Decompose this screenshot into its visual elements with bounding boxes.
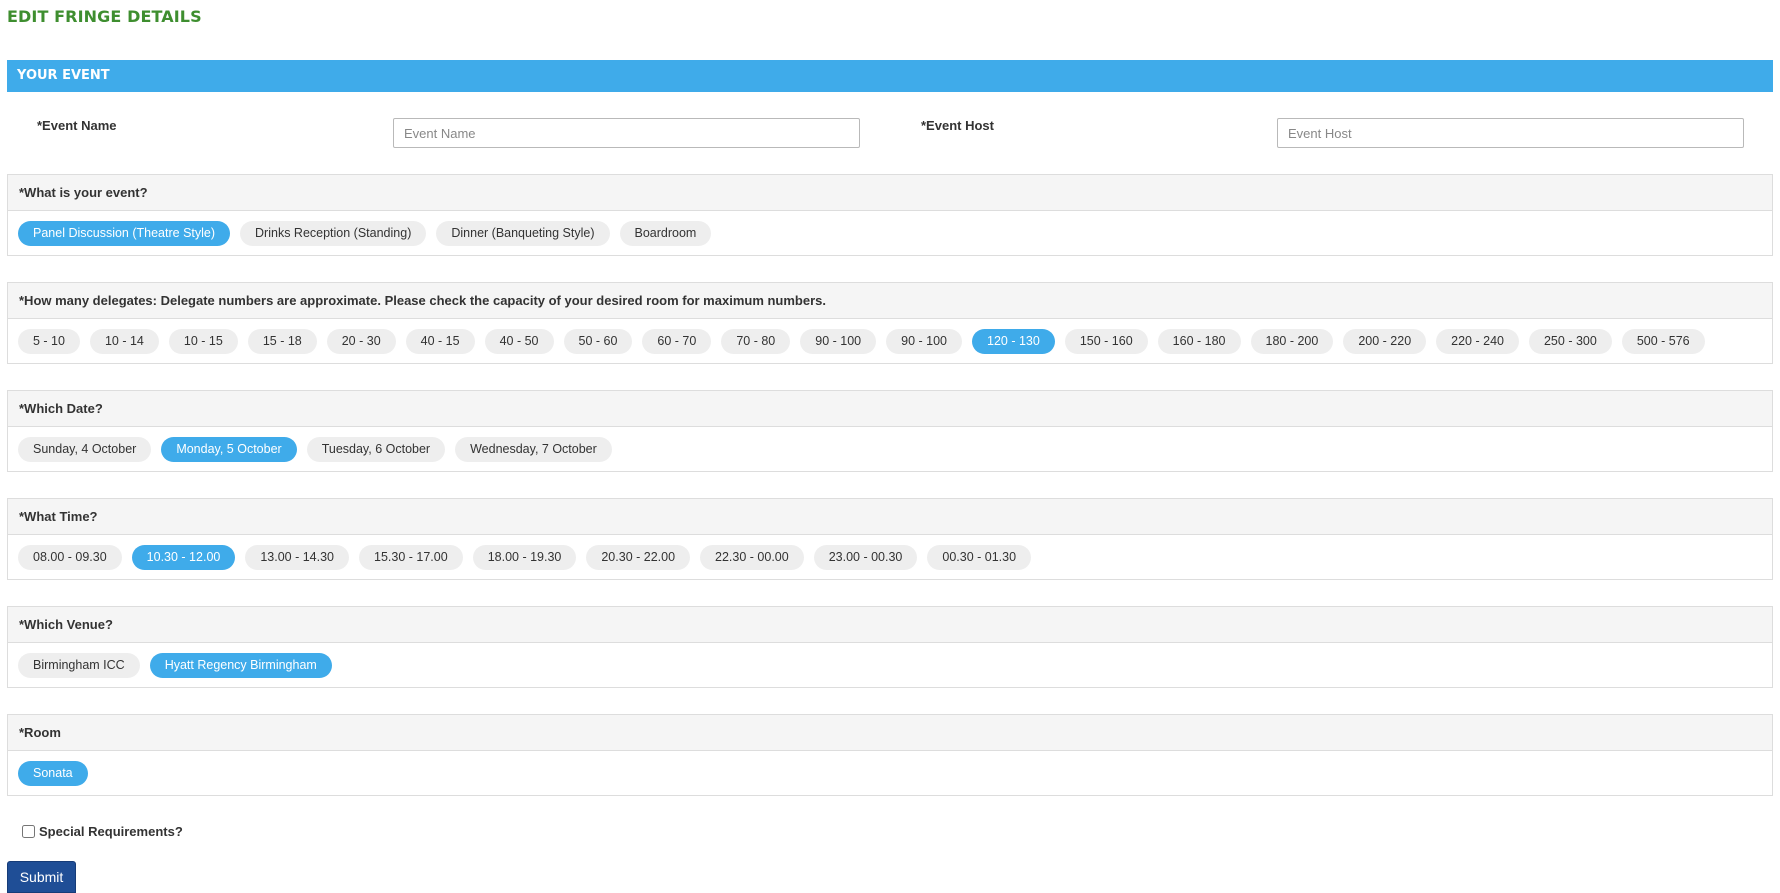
delegates-option[interactable]: 160 - 180 (1157, 328, 1241, 354)
venue-options: Birmingham ICC Hyatt Regency Birmingham (8, 643, 1772, 687)
special-requirements-checkbox[interactable] (22, 825, 35, 838)
delegates-option[interactable]: 120 - 130 (972, 328, 1055, 354)
date-options: Sunday, 4 October Monday, 5 October Tuesda… (8, 427, 1772, 471)
delegates-option[interactable]: 40 - 50 (484, 328, 554, 354)
room-question: *Room (8, 715, 1772, 751)
delegates-option[interactable]: 10 - 15 (168, 328, 238, 354)
delegates-question: *How many delegates: Delegate numbers ar… (8, 283, 1772, 319)
delegates-option[interactable]: 200 - 220 (1343, 328, 1427, 354)
delegates-option[interactable]: 150 - 160 (1064, 328, 1148, 354)
delegates-option[interactable]: 180 - 200 (1250, 328, 1334, 354)
time-option[interactable]: 20.30 - 22.00 (586, 544, 691, 570)
venue-panel: *Which Venue? Birmingham ICC Hyatt Regenc… (7, 606, 1773, 688)
event_type-option[interactable]: Drinks Reception (Standing) (240, 220, 427, 246)
event-host-input[interactable] (1277, 118, 1744, 148)
venue-question: *Which Venue? (8, 607, 1772, 643)
delegates-option[interactable]: 10 - 14 (89, 328, 159, 354)
delegates-option[interactable]: 500 - 576 (1621, 328, 1705, 354)
delegates-option[interactable]: 90 - 100 (886, 328, 963, 354)
delegates-option[interactable]: 40 - 15 (405, 328, 475, 354)
event_type-option[interactable]: Boardroom (619, 220, 712, 246)
event_type-option[interactable]: Dinner (Banqueting Style) (436, 220, 610, 246)
date-option[interactable]: Monday, 5 October (161, 436, 297, 462)
time-option[interactable]: 18.00 - 19.30 (472, 544, 577, 570)
time-options: 08.00 - 09.30 10.30 - 12.00 13.00 - 14.30 1… (8, 535, 1772, 579)
time-option[interactable]: 08.00 - 09.30 (18, 544, 122, 570)
time-question: *What Time? (8, 499, 1772, 535)
delegates-option[interactable]: 5 - 10 (18, 328, 80, 354)
time-option[interactable]: 15.30 - 17.00 (359, 544, 463, 570)
time-option[interactable]: 23.00 - 00.30 (813, 544, 918, 570)
delegates-option[interactable]: 70 - 80 (721, 328, 791, 354)
venue-option[interactable]: Hyatt Regency Birmingham (149, 652, 332, 678)
delegates-option[interactable]: 250 - 300 (1528, 328, 1612, 354)
date-question: *Which Date? (8, 391, 1772, 427)
room-options: Sonata (8, 751, 1772, 795)
delegates-option[interactable]: 60 - 70 (642, 328, 712, 354)
delegates-option[interactable]: 50 - 60 (563, 328, 633, 354)
delegates-option[interactable]: 220 - 240 (1436, 328, 1519, 354)
event-type-options: Panel Discussion (Theatre Style) Drinks R… (8, 211, 1772, 255)
special-requirements[interactable]: Special Requirements? (22, 824, 183, 839)
special-requirements-label: Special Requirements? (39, 824, 183, 839)
event-name-label: *Event Name (37, 118, 117, 133)
delegates-option[interactable]: 90 - 100 (800, 328, 877, 354)
delegates-option[interactable]: 15 - 18 (247, 328, 317, 354)
submit-button[interactable]: Submit (7, 861, 76, 893)
room-panel: *Room Sonata (7, 714, 1773, 796)
page-title: EDIT FRINGE DETAILS (7, 7, 202, 26)
room-option[interactable]: Sonata (18, 760, 88, 786)
delegates-options: 5 - 10 10 - 14 10 - 15 15 - 18 20 - 30 40 - 1… (8, 319, 1772, 363)
time-option[interactable]: 10.30 - 12.00 (131, 544, 236, 570)
venue-option[interactable]: Birmingham ICC (18, 652, 140, 678)
time-panel: *What Time? 08.00 - 09.30 10.30 - 12.00 13… (7, 498, 1773, 580)
time-option[interactable]: 00.30 - 01.30 (927, 544, 1032, 570)
section-header-your-event: YOUR EVENT (7, 60, 1773, 92)
event-host-label: *Event Host (921, 118, 994, 133)
event-type-panel: *What is your event? Panel Discussion (T… (7, 174, 1773, 256)
event-type-question: *What is your event? (8, 175, 1772, 211)
date-option[interactable]: Tuesday, 6 October (306, 436, 446, 462)
time-option[interactable]: 13.00 - 14.30 (245, 544, 350, 570)
event_type-option[interactable]: Panel Discussion (Theatre Style) (18, 220, 231, 246)
date-option[interactable]: Wednesday, 7 October (455, 436, 612, 462)
date-option[interactable]: Sunday, 4 October (18, 436, 152, 462)
delegates-option[interactable]: 20 - 30 (326, 328, 396, 354)
time-option[interactable]: 22.30 - 00.00 (700, 544, 804, 570)
delegates-panel: *How many delegates: Delegate numbers ar… (7, 282, 1773, 364)
event-name-input[interactable] (393, 118, 860, 148)
date-panel: *Which Date? Sunday, 4 October Monday, 5 … (7, 390, 1773, 472)
